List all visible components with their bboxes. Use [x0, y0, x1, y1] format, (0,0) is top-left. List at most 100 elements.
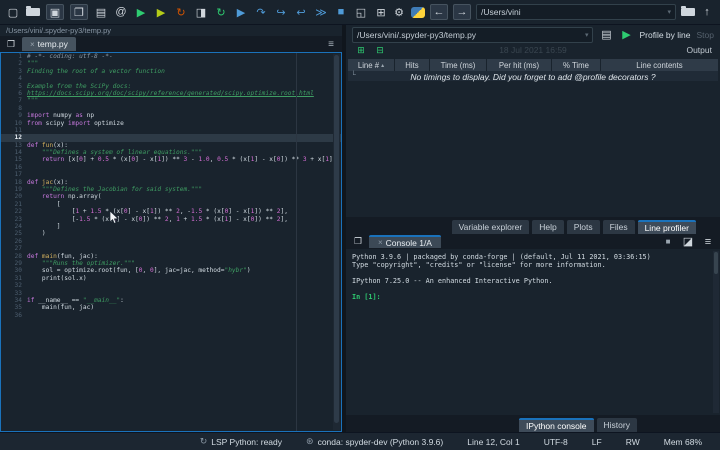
code-line-28[interactable]: 28 def main(fun, jac): [1, 253, 341, 260]
back-icon[interactable]: ← [430, 4, 448, 20]
console-output[interactable]: Python 3.9.6 | packaged by conda-forge |… [346, 249, 720, 415]
stop-button[interactable]: Stop [697, 30, 715, 40]
code-line-3[interactable]: 3 Finding the root of a vector function [1, 68, 341, 75]
code-line-4[interactable]: 4 [1, 75, 341, 82]
column-header-line-[interactable]: Line # ▴ [348, 59, 394, 71]
tab-variable-explorer[interactable]: Variable explorer [451, 220, 530, 234]
code-editor[interactable]: 1 # -*- coding: utf-8 -*- 2 """ 3 Finding the… [0, 52, 342, 432]
tab-history[interactable]: History [596, 418, 637, 432]
code-line-33[interactable]: 33 [1, 290, 341, 297]
status-lf[interactable]: LF [592, 437, 602, 447]
browse-tabs-icon[interactable]: ❐ [4, 36, 18, 52]
code-line-13[interactable]: 13 def fun(x): [1, 142, 341, 149]
status-rw[interactable]: RW [626, 437, 640, 447]
chevron-down-icon[interactable]: ▾ [659, 8, 671, 16]
console-options-icon[interactable]: ≡ [701, 234, 715, 250]
code-line-30[interactable]: 30 sol = optimize.root(fun, [0, 0], jac=… [1, 267, 341, 274]
chevron-down-icon[interactable]: ▾ [577, 31, 589, 39]
forward-icon[interactable]: → [453, 4, 471, 20]
tab-line-profiler[interactable]: Line profiler [637, 220, 696, 234]
status-lsp-python-ready[interactable]: ↻ LSP Python: ready [200, 436, 282, 447]
code-line-12[interactable]: 12 [1, 134, 341, 142]
code-line-20[interactable]: 20 return np.array( [1, 193, 341, 200]
maximize-pane-icon[interactable]: ◱ [354, 4, 368, 20]
step-over-icon[interactable]: ↷ [254, 4, 268, 20]
column-header-per-hit-ms-[interactable]: Per hit (ms) [487, 59, 551, 71]
step-into-icon[interactable]: ↪ [274, 4, 288, 20]
parent-directory-icon[interactable]: ↑ [700, 4, 714, 20]
tab-ipython-console[interactable]: IPython console [519, 418, 594, 432]
code-line-18[interactable]: 18 def jac(x): [1, 179, 341, 186]
code-line-27[interactable]: 27 [1, 245, 341, 252]
code-line-31[interactable]: 31 print(sol.x) [1, 275, 341, 282]
eraser-icon[interactable]: ◪ [681, 234, 695, 250]
tab-plots[interactable]: Plots [566, 220, 600, 234]
tab-help[interactable]: Help [532, 220, 564, 234]
profile-by-line-button[interactable]: Profile by line [639, 30, 690, 40]
code-line-11[interactable]: 11 [1, 127, 341, 134]
code-line-21[interactable]: 21 [ [1, 201, 341, 208]
run-cell-icon[interactable]: ▶ [154, 4, 168, 20]
output-button[interactable]: Output [686, 45, 712, 55]
profile-play-icon[interactable]: ▶ [619, 27, 633, 43]
debug-file-icon[interactable]: ▶ [234, 4, 248, 20]
print-file-icon[interactable]: ▤ [94, 4, 108, 20]
column-header-hits[interactable]: Hits [395, 59, 429, 71]
code-line-25[interactable]: 25 ) [1, 230, 341, 237]
interrupt-kernel-icon[interactable]: ■ [661, 234, 675, 250]
code-line-15[interactable]: 15 return [x[0] + 0.5 * (x[0] - x[1]) **… [1, 156, 341, 163]
profiler-path-combo[interactable]: /Users/vini/.spyder-py3/temp.py ▾ [352, 26, 594, 43]
code-line-35[interactable]: 35 main(fun, jac) [1, 304, 341, 311]
preferences-icon[interactable]: ⚙ [392, 4, 406, 20]
code-line-24[interactable]: 24 ] [1, 223, 341, 230]
script-file-icon[interactable]: ▤ [599, 27, 613, 43]
close-tab-icon[interactable]: × [30, 40, 35, 49]
status-utf-8[interactable]: UTF-8 [544, 437, 568, 447]
save-all-icon[interactable]: ❐ [70, 4, 88, 20]
find-symbols-icon[interactable]: @ [114, 4, 128, 20]
code-line-23[interactable]: 23 [-1.5 * (x[1] - x[0]) ** 2, 1 + 1.5 *… [1, 216, 341, 223]
column-header-line-contents[interactable]: Line contents [601, 59, 718, 71]
code-line-5[interactable]: 5 Example from the SciPy docs: [1, 83, 341, 90]
run-selection-icon[interactable]: ◨ [194, 4, 208, 20]
code-line-10[interactable]: 10 from scipy import optimize [1, 120, 341, 127]
debug-continue-icon[interactable]: ≫ [314, 4, 328, 20]
browse-tabs-icon[interactable]: ❐ [351, 234, 365, 250]
status-mem-68-[interactable]: Mem 68% [664, 437, 702, 447]
code-line-34[interactable]: 34 if __name__ == "__main__": [1, 297, 341, 304]
editor-options-icon[interactable]: ≡ [324, 36, 338, 52]
code-line-22[interactable]: 22 [1 + 1.5 * (x[0] - x[1]) ** 2, -1.5 *… [1, 208, 341, 215]
python-path-manager-icon[interactable] [411, 6, 425, 18]
column-header-time-ms-[interactable]: Time (ms) [430, 59, 486, 71]
code-line-2[interactable]: 2 """ [1, 60, 341, 67]
code-line-16[interactable]: 16 [1, 164, 341, 171]
tab-temp-py[interactable]: × temp.py [22, 37, 76, 51]
fullscreen-icon[interactable]: ⊞ [374, 4, 388, 20]
tab-console-1a[interactable]: × Console 1/A [369, 235, 441, 248]
code-line-19[interactable]: 19 """Defines the Jacobian for said syst… [1, 186, 341, 193]
run-file-icon[interactable]: ▶ [134, 4, 148, 20]
working-directory-combo[interactable]: /Users/vini ▾ [476, 4, 676, 20]
code-line-1[interactable]: 1 # -*- coding: utf-8 -*- [1, 53, 341, 60]
code-line-7[interactable]: 7 """ [1, 97, 341, 104]
rerun-last-cell-icon[interactable]: ↻ [214, 4, 228, 20]
new-file-icon[interactable]: ▢ [6, 4, 20, 20]
code-line-8[interactable]: 8 [1, 105, 341, 112]
code-line-32[interactable]: 32 [1, 282, 341, 289]
step-return-icon[interactable]: ↩ [294, 4, 308, 20]
open-file-icon[interactable] [26, 6, 40, 16]
code-line-6[interactable]: 6 https://docs.scipy.org/doc/scipy/refere… [1, 90, 341, 97]
editor-scrollbar[interactable] [333, 54, 340, 430]
code-line-17[interactable]: 17 [1, 171, 341, 178]
status-line-12-col-1[interactable]: Line 12, Col 1 [467, 437, 519, 447]
code-line-14[interactable]: 14 """Defines a system of linear equatio… [1, 149, 341, 156]
tab-files[interactable]: Files [602, 220, 635, 234]
code-line-26[interactable]: 26 [1, 238, 341, 245]
run-cell-advance-icon[interactable]: ↻ [174, 4, 188, 20]
debug-stop-icon[interactable]: ■ [334, 4, 348, 20]
code-line-9[interactable]: 9 import numpy as np [1, 112, 341, 119]
browse-working-directory-icon[interactable] [681, 6, 695, 16]
code-line-29[interactable]: 29 """Runs the optimizer.""" [1, 260, 341, 267]
save-file-icon[interactable]: ▣ [46, 4, 64, 20]
console-scrollbar[interactable] [713, 251, 719, 413]
